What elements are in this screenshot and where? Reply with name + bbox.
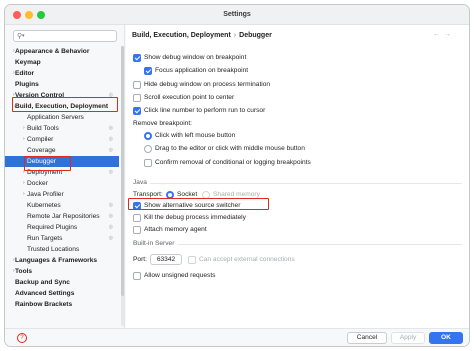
sidebar-item-label: Appearance & Behavior: [15, 48, 90, 55]
port-label: Port:: [133, 256, 147, 263]
remove-click-radio[interactable]: [144, 132, 152, 140]
sidebar-scrollbar[interactable]: [121, 46, 124, 326]
sidebar-item-run-targets[interactable]: Run Targets ◎: [5, 233, 119, 244]
sidebar-item-languages-frameworks[interactable]: › Languages & Frameworks: [5, 255, 119, 266]
highlight-build-execution: [12, 97, 118, 112]
sidebar-item-label: Application Servers: [27, 114, 84, 121]
sidebar-item-label: Run Targets: [27, 235, 63, 242]
accept-external-checkbox: [188, 256, 196, 264]
project-settings-icon: ◎: [108, 169, 113, 175]
sidebar-item-label: Advanced Settings: [15, 290, 75, 297]
breadcrumb-current: Debugger: [239, 32, 272, 39]
search-box[interactable]: ⚲ ▾: [13, 30, 117, 42]
settings-window: Settings ⚲ ▾ › Appearance & Behavior Keyma…: [4, 4, 470, 347]
scroll-execution-checkbox[interactable]: [133, 94, 141, 102]
project-settings-icon: ◎: [108, 224, 113, 230]
sidebar-item-label: Keymap: [15, 59, 41, 66]
dialog-footer: ? Cancel Apply OK: [5, 328, 469, 346]
title-bar: Settings: [5, 5, 469, 25]
sidebar-item-trusted-locations[interactable]: Trusted Locations: [5, 244, 119, 255]
sidebar-item-coverage[interactable]: Coverage ◎: [5, 145, 119, 156]
sidebar-item-editor[interactable]: › Editor: [5, 68, 119, 79]
allow-unsigned-checkbox[interactable]: [133, 272, 141, 280]
focus-application-checkbox[interactable]: [144, 67, 152, 75]
highlight-debugger-item: [24, 156, 71, 171]
sidebar-item-label: Trusted Locations: [27, 246, 80, 253]
sidebar-item-remote-jar-repositories[interactable]: Remote Jar Repositories ◎: [5, 211, 119, 222]
sidebar-item-application-servers[interactable]: Application Servers: [5, 112, 119, 123]
click-line-number-checkbox[interactable]: [133, 107, 141, 115]
highlight-show-alt-source: [128, 198, 269, 210]
chevron-right-icon[interactable]: ›: [23, 178, 25, 189]
window-title: Settings: [223, 11, 251, 18]
ok-button[interactable]: OK: [429, 332, 463, 344]
java-section-title: Java: [133, 179, 147, 186]
chevron-right-icon[interactable]: ›: [23, 134, 25, 145]
sidebar-item-backup-and-sync[interactable]: Backup and Sync: [5, 277, 119, 288]
builtin-server-divider: [178, 244, 462, 245]
kill-process-checkbox[interactable]: [133, 214, 141, 222]
chevron-right-icon[interactable]: ›: [23, 189, 25, 200]
sidebar-item-label: Backup and Sync: [15, 279, 70, 286]
project-settings-icon: ◎: [108, 125, 113, 131]
sidebar-item-compiler[interactable]: › Compiler ◎: [5, 134, 119, 145]
builtin-server-section-title: Built-in Server: [133, 240, 175, 247]
sidebar-item-label: Languages & Frameworks: [15, 257, 98, 264]
sidebar-item-tools[interactable]: › Tools: [5, 266, 119, 277]
chevron-right-icon[interactable]: ›: [23, 123, 25, 134]
settings-sidebar: ⚲ ▾ › Appearance & Behavior Keymap › Editor P…: [5, 25, 125, 328]
project-settings-icon: ◎: [108, 136, 113, 142]
sidebar-item-appearance-behavior[interactable]: › Appearance & Behavior: [5, 46, 119, 57]
breadcrumb: Build, Execution, Deployment › Debugger: [132, 32, 272, 39]
port-input[interactable]: 63342: [150, 254, 182, 265]
debugger-settings-panel: Build, Execution, Deployment › Debugger ←→…: [126, 25, 469, 328]
attach-memory-checkbox[interactable]: [133, 226, 141, 234]
sidebar-item-label: Java Profiler: [27, 191, 64, 198]
project-settings-icon: ◎: [108, 235, 113, 241]
sidebar-scrollbar-thumb[interactable]: [121, 46, 124, 296]
forward-arrow-icon[interactable]: →: [444, 31, 455, 38]
show-debug-window-checkbox[interactable]: [133, 54, 141, 62]
project-settings-icon: ◎: [108, 213, 113, 219]
sidebar-item-label: Plugins: [15, 81, 39, 88]
sidebar-item-advanced-settings[interactable]: Advanced Settings: [5, 288, 119, 299]
sidebar-item-label: Rainbow Brackets: [15, 301, 73, 308]
project-settings-icon: ◎: [108, 147, 113, 153]
sidebar-item-kubernetes[interactable]: Kubernetes ◎: [5, 200, 119, 211]
sidebar-item-label: Tools: [15, 268, 33, 275]
sidebar-item-plugins[interactable]: Plugins: [5, 79, 119, 90]
help-icon[interactable]: ?: [17, 333, 27, 343]
search-input[interactable]: [28, 32, 114, 41]
sidebar-item-label: Editor: [15, 70, 35, 77]
sidebar-item-docker[interactable]: › Docker: [5, 178, 119, 189]
hide-debug-window-checkbox[interactable]: [133, 81, 141, 89]
navigation-arrows: ←→: [433, 31, 455, 38]
sidebar-item-required-plugins[interactable]: Required Plugins ◎: [5, 222, 119, 233]
settings-tree: › Appearance & Behavior Keymap › Editor Plugi…: [5, 46, 119, 310]
java-section-divider: [150, 183, 462, 184]
chevron-right-icon: ›: [233, 32, 237, 39]
sidebar-item-rainbow-brackets[interactable]: Rainbow Brackets: [5, 299, 119, 310]
sidebar-item-label: Kubernetes: [27, 202, 61, 209]
transport-label: Transport:: [133, 191, 163, 198]
confirm-removal-checkbox[interactable]: [144, 159, 152, 167]
remove-breakpoint-label: Remove breakpoint:: [133, 120, 193, 127]
back-arrow-icon[interactable]: ←: [433, 31, 444, 38]
sidebar-item-label: Remote Jar Repositories: [27, 213, 100, 220]
remove-drag-radio[interactable]: [144, 145, 152, 153]
cancel-button[interactable]: Cancel: [347, 332, 387, 344]
apply-button[interactable]: Apply: [391, 332, 425, 344]
search-history-chevron-icon[interactable]: ▾: [22, 33, 25, 39]
project-settings-icon: ◎: [108, 202, 113, 208]
sidebar-item-label: Compiler: [27, 136, 54, 143]
sidebar-item-build-tools[interactable]: › Build Tools ◎: [5, 123, 119, 134]
sidebar-item-label: Docker: [27, 180, 48, 187]
breadcrumb-parent[interactable]: Build, Execution, Deployment: [132, 32, 231, 39]
sidebar-item-keymap[interactable]: Keymap: [5, 57, 119, 68]
sidebar-item-label: Build Tools: [27, 125, 59, 132]
sidebar-item-label: Required Plugins: [27, 224, 78, 231]
sidebar-item-label: Coverage: [27, 147, 56, 154]
sidebar-item-java-profiler[interactable]: › Java Profiler: [5, 189, 119, 200]
